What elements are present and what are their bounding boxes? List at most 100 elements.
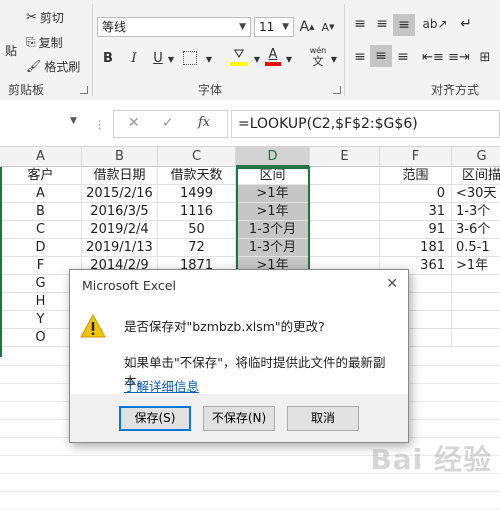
borders-button[interactable]	[180, 49, 200, 67]
table-cell[interactable]	[452, 275, 500, 293]
column-header[interactable]: E	[310, 147, 380, 167]
table-cell[interactable]	[452, 311, 500, 329]
table-cell[interactable]: C	[0, 221, 82, 239]
shrink-font-button[interactable]: A ▼	[320, 18, 336, 36]
column-header[interactable]: D	[236, 147, 310, 167]
fill-color-button[interactable]: ⛛	[228, 46, 250, 68]
align-top-icon: ≡	[354, 16, 366, 32]
grow-font-button[interactable]: A ▲	[299, 18, 315, 36]
chevron-down-icon[interactable]: ▼	[330, 50, 338, 68]
table-cell[interactable]: <30天	[452, 185, 500, 203]
close-icon[interactable]: ✕	[386, 276, 398, 292]
header-cell[interactable]: 范围	[380, 167, 452, 185]
merge-center-button[interactable]: ⊞	[474, 47, 496, 67]
table-cell[interactable]	[310, 203, 380, 221]
save-button[interactable]: 保存(S)	[119, 406, 191, 431]
learn-more-link[interactable]: 了解详细信息	[124, 376, 199, 395]
font-name-combo[interactable]: 等线 ▼	[97, 17, 251, 37]
cancel-button[interactable]: 取消	[287, 406, 359, 431]
table-cell[interactable]: 50	[158, 221, 236, 239]
phonetic-button[interactable]: wén 文	[306, 44, 330, 70]
align-center-icon: ≡	[375, 48, 387, 64]
column-header[interactable]: F	[380, 147, 452, 167]
table-cell[interactable]: 0	[380, 185, 452, 203]
column-header[interactable]: C	[158, 147, 236, 167]
table-cell[interactable]: D	[0, 239, 82, 257]
table-cell[interactable]: 2015/2/16	[82, 185, 158, 203]
table-cell[interactable]: 3-6个	[452, 221, 500, 239]
column-header[interactable]: A	[0, 147, 82, 167]
table-cell[interactable]	[452, 293, 500, 311]
table-cell[interactable]	[452, 329, 500, 347]
italic-button[interactable]: I	[126, 48, 142, 68]
wrap-text-button[interactable]: ↵	[454, 14, 478, 34]
italic-label: I	[131, 50, 137, 66]
decrease-indent-button[interactable]: ⇤≡	[422, 47, 444, 67]
underline-button[interactable]: U	[150, 48, 166, 68]
table-cell[interactable]: 2019/1/13	[82, 239, 158, 257]
name-box[interactable]: ▼	[0, 112, 80, 136]
align-center-button[interactable]: ≡	[370, 45, 392, 67]
format-painter-button[interactable]: 🖌 格式刷	[26, 57, 80, 75]
paste-button[interactable]: 贴	[0, 30, 22, 70]
column-header[interactable]: G	[452, 147, 500, 167]
table-cell[interactable]: 1499	[158, 185, 236, 203]
chevron-down-icon: ▼	[282, 22, 289, 32]
dont-save-button[interactable]: 不保存(N)	[203, 406, 275, 431]
font-color-button[interactable]: A	[264, 46, 282, 68]
table-cell[interactable]: 31	[380, 203, 452, 221]
scissors-icon: ✂	[26, 9, 37, 25]
formula-input[interactable]: =LOOKUP(C2,$F$2:$G$6)	[231, 110, 500, 138]
table-cell[interactable]: B	[0, 203, 82, 221]
align-top-button[interactable]: ≡	[350, 14, 370, 34]
bold-button[interactable]: B	[100, 48, 116, 68]
copy-button[interactable]: ⎘ 复制	[26, 33, 63, 51]
table-cell[interactable]: 72	[158, 239, 236, 257]
table-cell[interactable]: 1-3个	[452, 203, 500, 221]
font-name-value: 等线	[102, 20, 127, 34]
empty-row[interactable]	[0, 491, 500, 510]
increase-indent-button[interactable]: ≡⇥	[448, 47, 470, 67]
chevron-down-icon[interactable]: ▼	[204, 50, 214, 68]
chevron-down-icon[interactable]: ▼	[70, 116, 77, 126]
header-cell[interactable]: 借款日期	[82, 167, 158, 185]
warning-icon	[80, 314, 106, 338]
table-cell[interactable]	[310, 221, 380, 239]
table-cell[interactable]: 2016/3/5	[82, 203, 158, 221]
column-header[interactable]: B	[82, 147, 158, 167]
header-cell[interactable]: 客户	[0, 167, 82, 185]
table-cell[interactable]: 0.5-1	[452, 239, 500, 257]
table-cell[interactable]: 91	[380, 221, 452, 239]
table-cell[interactable]: 2019/2/4	[82, 221, 158, 239]
align-right-button[interactable]: ≡	[393, 47, 413, 67]
copy-icon: ⎘	[26, 34, 36, 49]
align-middle-button[interactable]: ≡	[372, 14, 392, 34]
table-cell[interactable]	[310, 239, 380, 257]
table-cell[interactable]: >1年	[452, 257, 500, 275]
font-size-value: 11	[259, 20, 275, 34]
chevron-down-icon[interactable]: ▼	[252, 50, 262, 68]
header-cell[interactable]	[310, 167, 380, 185]
font-size-combo[interactable]: 11 ▼	[254, 17, 294, 37]
formula-controls: ✕ ✓ fx	[113, 110, 228, 138]
check-icon[interactable]: ✓	[162, 115, 174, 131]
chevron-down-icon[interactable]: ▼	[284, 50, 294, 68]
cancel-icon[interactable]: ✕	[128, 115, 140, 131]
table-cell[interactable]	[310, 185, 380, 203]
table-cell[interactable]: 181	[380, 239, 452, 257]
align-bottom-button[interactable]: ≡	[393, 14, 415, 36]
align-left-button[interactable]: ≡	[350, 47, 370, 67]
dialog-title: Microsoft Excel	[82, 278, 176, 293]
clipboard-launcher-icon[interactable]	[80, 86, 88, 94]
paintbrush-icon: 🖌	[26, 59, 42, 73]
dialog-body: 是否保存对"bzmbzb.xlsm"的更改? 如果单击"不保存"，将临时提供此文…	[70, 302, 408, 394]
header-cell[interactable]: 区间描	[452, 167, 500, 185]
chevron-down-icon[interactable]: ▼	[166, 50, 176, 68]
cut-button[interactable]: ✂ 剪切	[26, 8, 64, 26]
table-cell[interactable]: 1116	[158, 203, 236, 221]
table-cell[interactable]: A	[0, 185, 82, 203]
header-cell[interactable]: 借款天数	[158, 167, 236, 185]
function-icon[interactable]: fx	[198, 115, 210, 130]
font-launcher-icon[interactable]	[333, 86, 341, 94]
orientation-button[interactable]: ab↗	[422, 14, 448, 34]
